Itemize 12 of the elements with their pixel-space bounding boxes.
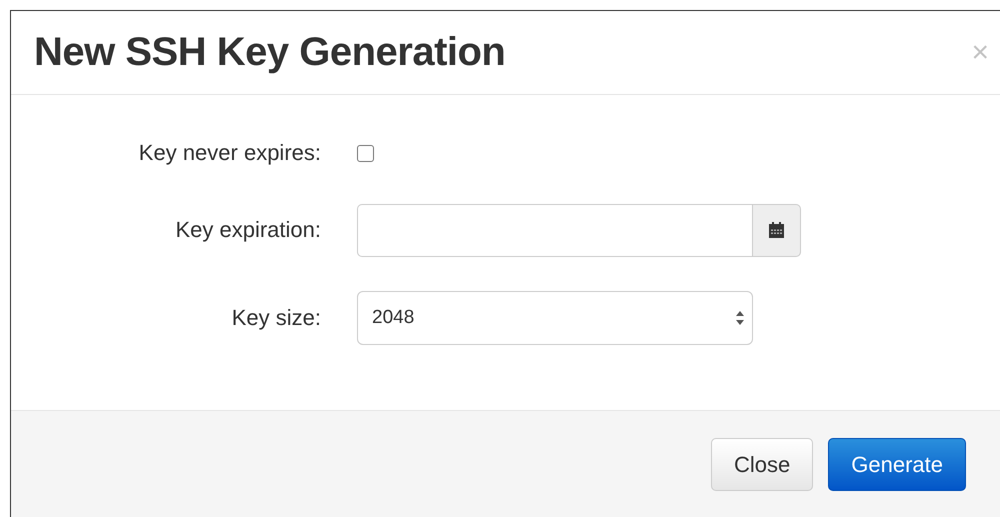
field-label: Key size: — [230, 305, 321, 331]
field-label: Key expiration: — [174, 217, 321, 243]
key-size-select[interactable]: 2048 — [357, 291, 753, 345]
calendar-button[interactable] — [752, 204, 801, 256]
close-dialog-button[interactable]: Close — [711, 438, 814, 491]
date-field[interactable] — [357, 204, 752, 256]
generate-button[interactable]: Generate — [828, 438, 966, 491]
dialog-title: New SSH Key Generation — [34, 30, 506, 75]
field-label: Key never expires: — [138, 140, 321, 166]
up-down-arrows-icon — [736, 311, 744, 325]
calendar-icon — [769, 222, 784, 238]
checkbox[interactable] — [357, 144, 374, 162]
